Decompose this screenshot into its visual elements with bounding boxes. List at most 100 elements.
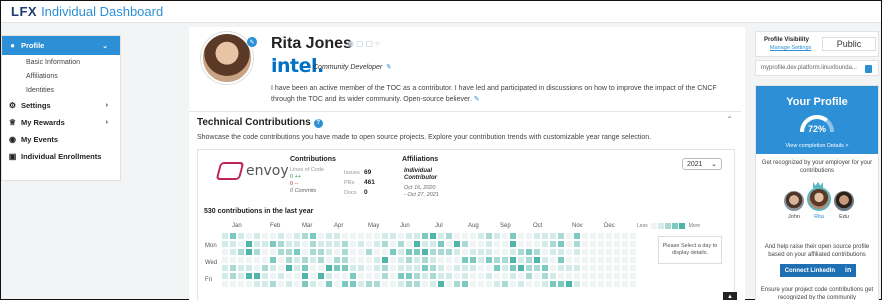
heatmap-cell[interactable]	[550, 281, 556, 287]
heatmap-cell[interactable]	[270, 273, 276, 279]
heatmap-cell[interactable]	[390, 241, 396, 247]
heatmap-cell[interactable]	[334, 273, 340, 279]
heatmap-cell[interactable]	[358, 257, 364, 263]
heatmap-cell[interactable]	[598, 281, 604, 287]
heatmap-cell[interactable]	[478, 257, 484, 263]
heatmap-cell[interactable]	[414, 249, 420, 255]
heatmap-cell[interactable]	[582, 257, 588, 263]
heatmap-cell[interactable]	[566, 273, 572, 279]
heatmap-cell[interactable]	[406, 249, 412, 255]
heatmap-cell[interactable]	[366, 281, 372, 287]
heatmap-cell[interactable]	[582, 265, 588, 271]
heatmap-cell[interactable]	[478, 273, 484, 279]
heatmap-cell[interactable]	[286, 273, 292, 279]
heatmap-cell[interactable]	[334, 241, 340, 247]
heatmap-cell[interactable]	[254, 257, 260, 263]
heatmap-cell[interactable]	[630, 281, 636, 287]
heatmap-cell[interactable]	[582, 241, 588, 247]
heatmap-cell[interactable]	[510, 249, 516, 255]
heatmap-cell[interactable]	[382, 233, 388, 239]
heatmap-cell[interactable]	[318, 273, 324, 279]
heatmap-cell[interactable]	[398, 233, 404, 239]
heatmap-cell[interactable]	[574, 273, 580, 279]
linkedin-icon[interactable]: ▢	[366, 39, 376, 48]
heatmap-cell[interactable]	[278, 249, 284, 255]
twitter-icon[interactable]: ▢	[356, 39, 366, 48]
heatmap-cell[interactable]	[230, 273, 236, 279]
manage-settings-link[interactable]: Manage Settings	[770, 45, 811, 51]
heatmap-cell[interactable]	[262, 241, 268, 247]
heatmap-cell[interactable]	[470, 273, 476, 279]
heatmap-cell[interactable]	[278, 273, 284, 279]
heatmap-cell[interactable]	[422, 273, 428, 279]
heatmap-cell[interactable]	[430, 273, 436, 279]
heatmap-cell[interactable]	[286, 257, 292, 263]
heatmap-cell[interactable]	[318, 265, 324, 271]
heatmap-cell[interactable]	[294, 233, 300, 239]
heatmap-cell[interactable]	[238, 257, 244, 263]
heatmap-cell[interactable]	[446, 241, 452, 247]
heatmap-cell[interactable]	[630, 265, 636, 271]
heatmap-cell[interactable]	[590, 249, 596, 255]
heatmap-cell[interactable]	[270, 233, 276, 239]
heatmap-cell[interactable]	[262, 265, 268, 271]
heatmap-cell[interactable]	[454, 265, 460, 271]
edit-bio-icon[interactable]: ✎	[474, 96, 480, 103]
heatmap-cell[interactable]	[238, 241, 244, 247]
heatmap-cell[interactable]	[326, 257, 332, 263]
heatmap-cell[interactable]	[566, 257, 572, 263]
sidebar-subitem-affiliations[interactable]: Affiliations	[2, 69, 120, 83]
heatmap-cell[interactable]	[470, 257, 476, 263]
heatmap-cell[interactable]	[366, 273, 372, 279]
heatmap-cell[interactable]	[574, 281, 580, 287]
heatmap-cell[interactable]	[414, 233, 420, 239]
heatmap-cell[interactable]	[230, 249, 236, 255]
heatmap-cell[interactable]	[558, 257, 564, 263]
heatmap-cell[interactable]	[254, 273, 260, 279]
heatmap-cell[interactable]	[446, 265, 452, 271]
heatmap-cell[interactable]	[558, 265, 564, 271]
heatmap-cell[interactable]	[438, 265, 444, 271]
heatmap-cell[interactable]	[262, 281, 268, 287]
heatmap-cell[interactable]	[374, 241, 380, 247]
heatmap-cell[interactable]	[310, 241, 316, 247]
heatmap-cell[interactable]	[574, 249, 580, 255]
heatmap-cell[interactable]	[518, 281, 524, 287]
heatmap-cell[interactable]	[238, 265, 244, 271]
heatmap-cell[interactable]	[542, 249, 548, 255]
heatmap-cell[interactable]	[222, 249, 228, 255]
heatmap-cell[interactable]	[462, 265, 468, 271]
heatmap-cell[interactable]	[494, 257, 500, 263]
heatmap-cell[interactable]	[326, 273, 332, 279]
heatmap-cell[interactable]	[406, 273, 412, 279]
heatmap-cell[interactable]	[502, 241, 508, 247]
heatmap-cell[interactable]	[398, 249, 404, 255]
heatmap-cell[interactable]	[582, 273, 588, 279]
scroll-top-button[interactable]: ▲	[723, 292, 737, 300]
heatmap-cell[interactable]	[358, 233, 364, 239]
heatmap-cell[interactable]	[550, 233, 556, 239]
heatmap-cell[interactable]	[526, 233, 532, 239]
connect-linkedin-button[interactable]: Connect LinkedIn in	[780, 264, 856, 277]
heatmap-cell[interactable]	[518, 249, 524, 255]
heatmap-cell[interactable]	[270, 257, 276, 263]
heatmap-cell[interactable]	[494, 233, 500, 239]
heatmap-cell[interactable]	[302, 281, 308, 287]
heatmap-cell[interactable]	[598, 265, 604, 271]
heatmap-cell[interactable]	[454, 257, 460, 263]
heatmap-cell[interactable]	[358, 241, 364, 247]
heatmap-cell[interactable]	[526, 241, 532, 247]
heatmap-cell[interactable]	[590, 265, 596, 271]
heatmap-cell[interactable]	[558, 241, 564, 247]
heatmap-cell[interactable]	[302, 233, 308, 239]
completion-details-link[interactable]: View completion Details >	[756, 143, 878, 149]
heatmap-cell[interactable]	[238, 281, 244, 287]
heatmap-cell[interactable]	[310, 249, 316, 255]
heatmap-cell[interactable]	[502, 273, 508, 279]
heatmap-cell[interactable]	[334, 233, 340, 239]
heatmap-cell[interactable]	[230, 233, 236, 239]
heatmap-cell[interactable]	[510, 273, 516, 279]
heatmap-cell[interactable]	[598, 241, 604, 247]
heatmap-cell[interactable]	[486, 273, 492, 279]
heatmap-cell[interactable]	[430, 233, 436, 239]
